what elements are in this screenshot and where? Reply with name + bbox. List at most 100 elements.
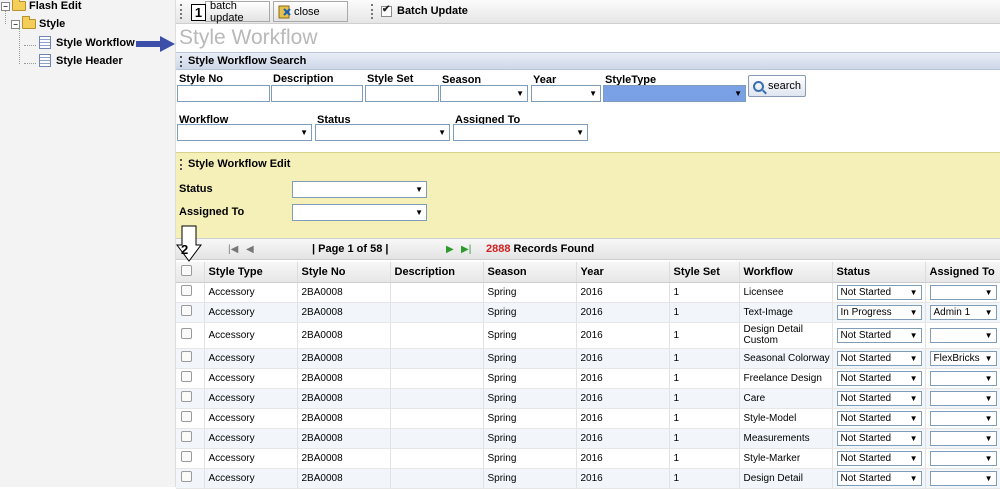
- row-assigned-select[interactable]: [929, 284, 997, 300]
- table-row[interactable]: Accessory 2BA0008 Spring 2016 1 Text-Image In …: [176, 302, 1000, 323]
- row-status-select[interactable]: Not Started: [836, 390, 922, 406]
- prev-page-icon[interactable]: ◀: [246, 244, 254, 255]
- table-row[interactable]: Accessory 2BA0008 Spring 2016 1 Freelance Des…: [176, 368, 1000, 389]
- table-row[interactable]: Accessory 2BA0008 Spring 2016 1 Seasonal Colo…: [176, 348, 1000, 369]
- row-assigned-select[interactable]: [929, 470, 997, 486]
- row-status-select[interactable]: Not Started: [836, 470, 922, 486]
- row-select-cell[interactable]: [176, 428, 205, 449]
- table-row[interactable]: Accessory 2BA0008 Spring 2016 1 Style-Marker N…: [176, 448, 1000, 469]
- column-header[interactable]: Style Set: [669, 262, 740, 283]
- row-select-cell[interactable]: [176, 348, 205, 369]
- column-header[interactable]: Description: [390, 262, 484, 283]
- row-assigned-select[interactable]: [929, 450, 997, 466]
- column-header[interactable]: Status: [832, 262, 926, 283]
- workflow-cell: Freelance Design: [739, 368, 833, 389]
- row-assigned-select[interactable]: [929, 430, 997, 446]
- style-set-cell: 1: [669, 368, 740, 389]
- year-cell: 2016: [576, 388, 670, 409]
- row-checkbox[interactable]: [181, 328, 192, 339]
- year-select[interactable]: [531, 85, 601, 102]
- column-header[interactable]: Workflow: [739, 262, 833, 283]
- row-status-select[interactable]: Not Started: [836, 370, 922, 386]
- folder-icon: [12, 0, 26, 11]
- row-select-cell[interactable]: [176, 368, 205, 389]
- row-checkbox[interactable]: [181, 451, 192, 462]
- table-row[interactable]: Accessory 2BA0008 Spring 2016 1 Style-Model No…: [176, 408, 1000, 429]
- search-button[interactable]: search: [748, 75, 806, 97]
- row-assigned-select[interactable]: [929, 327, 997, 343]
- tree-item-style-workflow[interactable]: Style Workflow: [39, 36, 135, 49]
- description-input[interactable]: [271, 85, 363, 102]
- close-button[interactable]: close: [273, 1, 348, 22]
- arrow-right-icon: [136, 36, 175, 52]
- table-row[interactable]: Accessory 2BA0008 Spring 2016 1 Measurements N…: [176, 428, 1000, 449]
- first-page-icon[interactable]: |◀: [228, 244, 238, 255]
- tree-item-style-header[interactable]: Style Header: [39, 54, 123, 67]
- batch-update-checkbox[interactable]: [381, 4, 392, 17]
- row-select-cell[interactable]: [176, 468, 205, 489]
- batch-update-toggle[interactable]: Batch Update: [381, 4, 468, 17]
- table-row[interactable]: Accessory 2BA0008 Spring 2016 1 Licensee Not S…: [176, 282, 1000, 303]
- collapse-icon[interactable]: −: [11, 19, 20, 29]
- tree-node-style[interactable]: − Style: [11, 16, 65, 30]
- row-status-select[interactable]: Not Started: [836, 450, 922, 466]
- row-checkbox[interactable]: [181, 471, 192, 482]
- table-row[interactable]: Accessory 2BA0008 Spring 2016 1 Design Detail…: [176, 322, 1000, 349]
- season-select[interactable]: [440, 85, 528, 102]
- row-checkbox[interactable]: [181, 351, 192, 362]
- row-status-select[interactable]: Not Started: [836, 327, 922, 343]
- row-assigned-select[interactable]: FlexBricks: [929, 350, 997, 366]
- batch-update-button[interactable]: batch update: [205, 0, 270, 24]
- row-assigned-select[interactable]: [929, 390, 997, 406]
- row-checkbox[interactable]: [181, 431, 192, 442]
- edit-assigned-label: Assigned To: [179, 206, 245, 218]
- row-status-select[interactable]: Not Started: [836, 284, 922, 300]
- column-header[interactable]: Season: [483, 262, 577, 283]
- style-set-cell: 1: [669, 348, 740, 369]
- column-header[interactable]: Year: [576, 262, 670, 283]
- column-header[interactable]: Assigned To: [925, 262, 1000, 283]
- style-type-select[interactable]: [603, 85, 746, 102]
- row-checkbox[interactable]: [181, 371, 192, 382]
- row-checkbox[interactable]: [181, 411, 192, 422]
- select-all-header[interactable]: [176, 262, 205, 283]
- edit-assigned-select[interactable]: [292, 204, 427, 221]
- row-status-select[interactable]: Not Started: [836, 410, 922, 426]
- row-select-cell[interactable]: [176, 408, 205, 429]
- row-checkbox[interactable]: [181, 305, 192, 316]
- row-assigned-select[interactable]: [929, 410, 997, 426]
- status-select[interactable]: [315, 124, 450, 141]
- column-header[interactable]: Style Type: [204, 262, 298, 283]
- close-icon: [278, 5, 291, 18]
- row-status-select[interactable]: Not Started: [836, 350, 922, 366]
- next-page-icon[interactable]: ▶: [446, 244, 454, 255]
- tree-node-flash-edit[interactable]: − Flash Edit: [1, 0, 82, 12]
- row-assigned-select[interactable]: Admin 1: [929, 304, 997, 320]
- collapse-icon[interactable]: −: [1, 1, 10, 11]
- workflow-select[interactable]: [177, 124, 312, 141]
- table-row[interactable]: Accessory 2BA0008 Spring 2016 1 Design Detail…: [176, 468, 1000, 489]
- style-set-input[interactable]: [365, 85, 439, 102]
- toolbar-grip: [371, 4, 373, 19]
- row-select-cell[interactable]: [176, 322, 205, 349]
- row-checkbox[interactable]: [181, 285, 192, 296]
- column-header[interactable]: Style No: [297, 262, 391, 283]
- year-cell: 2016: [576, 428, 670, 449]
- last-page-icon[interactable]: ▶|: [461, 244, 471, 255]
- row-assigned-select[interactable]: [929, 370, 997, 386]
- row-status-select[interactable]: In Progress: [836, 304, 922, 320]
- style-type-cell: Accessory: [204, 302, 298, 323]
- row-checkbox[interactable]: [181, 391, 192, 402]
- edit-status-select[interactable]: [292, 181, 427, 198]
- row-status-select[interactable]: Not Started: [836, 430, 922, 446]
- style-set-cell: 1: [669, 408, 740, 429]
- row-select-cell[interactable]: [176, 282, 205, 303]
- row-select-cell[interactable]: [176, 302, 205, 323]
- style-no-input[interactable]: [177, 85, 270, 102]
- select-all-checkbox[interactable]: [181, 264, 192, 276]
- row-select-cell[interactable]: [176, 448, 205, 469]
- assigned-to-select[interactable]: [453, 124, 588, 141]
- row-select-cell[interactable]: [176, 388, 205, 409]
- assigned-cell: FlexBricks: [925, 348, 1000, 369]
- table-row[interactable]: Accessory 2BA0008 Spring 2016 1 Care Not Start…: [176, 388, 1000, 409]
